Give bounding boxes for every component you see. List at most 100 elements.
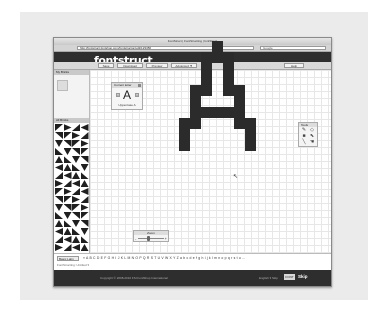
brick-option[interactable]: [80, 156, 89, 163]
brick-option[interactable]: [80, 244, 89, 251]
line-icon[interactable]: ╲: [301, 140, 307, 145]
brick-option[interactable]: [63, 236, 72, 243]
brick-option[interactable]: [63, 212, 72, 219]
zoom-slider-knob[interactable]: [146, 236, 150, 241]
brick-option[interactable]: [80, 148, 89, 155]
glyph-brick[interactable]: [201, 74, 212, 85]
brick-option[interactable]: [72, 180, 80, 187]
glyph-brick[interactable]: [212, 41, 223, 52]
glyph-brick[interactable]: [179, 140, 190, 151]
zoom-track[interactable]: [138, 238, 164, 239]
brick-option[interactable]: [63, 164, 72, 171]
glyph-brick[interactable]: [223, 52, 234, 63]
brick-option[interactable]: [63, 124, 72, 131]
brick-option[interactable]: [55, 148, 63, 155]
glyph-brick[interactable]: [223, 85, 234, 96]
brick-option[interactable]: [80, 124, 89, 131]
glyph-brick[interactable]: [212, 52, 223, 63]
brick-option[interactable]: [80, 212, 89, 219]
language-select[interactable]: English ▾ Skip: [259, 276, 278, 280]
skip-link[interactable]: Skip: [298, 274, 308, 280]
brick-option[interactable]: [63, 228, 72, 235]
preview-button[interactable]: Preview: [146, 63, 168, 68]
brick-option[interactable]: [55, 196, 63, 203]
brick-option[interactable]: [63, 220, 72, 227]
brick-option[interactable]: [80, 172, 89, 179]
glyph-brick[interactable]: [234, 96, 245, 107]
glyph-brick[interactable]: [201, 107, 212, 118]
brick-option[interactable]: [55, 156, 63, 163]
brick-option[interactable]: [55, 164, 63, 171]
glyph-brick[interactable]: [179, 118, 190, 129]
brick-option[interactable]: [72, 228, 80, 235]
advanced-dropdown[interactable]: Advanced ▼: [171, 63, 197, 68]
glyph-brick[interactable]: [234, 118, 245, 129]
brick-option[interactable]: [63, 204, 72, 211]
glyph-brick[interactable]: [245, 140, 256, 151]
brick-option[interactable]: [72, 196, 80, 203]
glyph-brick[interactable]: [190, 96, 201, 107]
brick-option[interactable]: [55, 180, 63, 187]
glyph-brick[interactable]: [223, 74, 234, 85]
brick-option[interactable]: [72, 132, 80, 139]
brick-option[interactable]: [72, 244, 80, 251]
brick-option[interactable]: [55, 236, 63, 243]
brick-option[interactable]: [72, 236, 80, 243]
brick-option[interactable]: [55, 228, 63, 235]
help-button[interactable]: Help: [284, 63, 304, 68]
brick-option[interactable]: [72, 148, 80, 155]
brick-option[interactable]: [80, 228, 89, 235]
brick-option[interactable]: [80, 164, 89, 171]
glyph-canvas[interactable]: Current letter ‹ A › Uppercase A Tools ✎…: [90, 41, 331, 253]
brick-option[interactable]: [55, 244, 63, 251]
glyph-brick[interactable]: [223, 63, 234, 74]
brick-option[interactable]: [80, 204, 89, 211]
brick-option[interactable]: [80, 140, 89, 147]
brick-option[interactable]: [80, 180, 89, 187]
brick-option[interactable]: [63, 188, 72, 195]
charset-select[interactable]: Basic Latin: [57, 256, 79, 261]
brick-option[interactable]: [72, 164, 80, 171]
brick-option[interactable]: [80, 220, 89, 227]
brick-option[interactable]: [72, 188, 80, 195]
brick-option[interactable]: [63, 140, 72, 147]
brick-option[interactable]: [63, 156, 72, 163]
brick-option[interactable]: [72, 140, 80, 147]
brick-option[interactable]: [72, 212, 80, 219]
brick-option[interactable]: [55, 124, 63, 131]
brick-option[interactable]: [72, 220, 80, 227]
glyph-brick[interactable]: [190, 118, 201, 129]
glyph-brick[interactable]: [223, 107, 234, 118]
brick-option[interactable]: [80, 132, 89, 139]
save-button[interactable]: Save: [98, 63, 114, 68]
brick-option[interactable]: [72, 204, 80, 211]
zoom-in-icon[interactable]: +: [165, 236, 167, 241]
brick-option[interactable]: [63, 196, 72, 203]
next-letter-button[interactable]: ›: [135, 93, 139, 97]
glyph-brick[interactable]: [201, 52, 212, 63]
glyph-brick[interactable]: [179, 129, 190, 140]
brick-option[interactable]: [63, 180, 72, 187]
selected-brick[interactable]: [57, 80, 68, 91]
brick-option[interactable]: [63, 148, 72, 155]
glyph-brick[interactable]: [234, 107, 245, 118]
brick-option[interactable]: [72, 172, 80, 179]
glyph-brick[interactable]: [212, 107, 223, 118]
brick-option[interactable]: [63, 172, 72, 179]
glyph-brick[interactable]: [201, 63, 212, 74]
brick-option[interactable]: [80, 196, 89, 203]
brick-option[interactable]: [72, 124, 80, 131]
brick-option[interactable]: [80, 236, 89, 243]
glyph-brick[interactable]: [190, 107, 201, 118]
zoom-out-icon[interactable]: -: [135, 236, 136, 241]
brick-option[interactable]: [72, 156, 80, 163]
brick-option[interactable]: [63, 244, 72, 251]
brick-option[interactable]: [55, 132, 63, 139]
glyph-brick[interactable]: [201, 85, 212, 96]
brick-option[interactable]: [63, 132, 72, 139]
address-bar[interactable]: http://fontstruct.fontshop.com/fontstruc…: [77, 46, 254, 50]
glyph-brick[interactable]: [245, 118, 256, 129]
download-button[interactable]: Download: [117, 63, 143, 68]
brick-option[interactable]: [55, 188, 63, 195]
brick-option[interactable]: [55, 212, 63, 219]
